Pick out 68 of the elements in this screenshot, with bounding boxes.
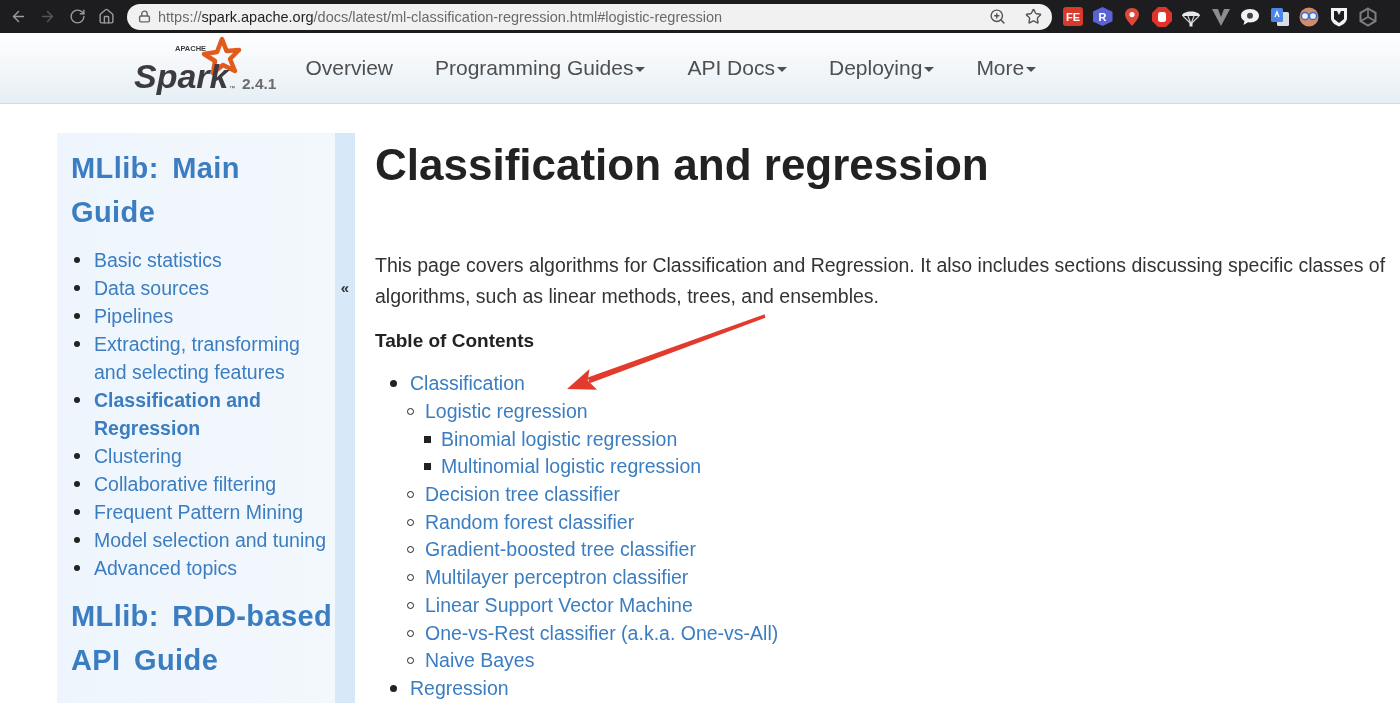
bullet-icon	[74, 285, 80, 291]
hexagon-knot-icon[interactable]	[1358, 6, 1378, 27]
sidebar-link[interactable]: Collaborative filtering	[94, 470, 331, 498]
bullet-icon	[74, 397, 80, 403]
nav-link[interactable]: Overview	[305, 56, 393, 80]
toc-link[interactable]: Classification	[410, 372, 525, 396]
sidebar-link[interactable]: Classification and Regression	[94, 386, 331, 442]
map-pin-icon[interactable]	[1122, 6, 1142, 27]
reload-icon	[68, 8, 86, 25]
sidebar-heading: MLlib: RDD-based API Guide	[71, 599, 333, 678]
bullet-icon	[74, 509, 80, 515]
nav-menu[interactable]: API Docs	[687, 56, 787, 80]
intro-paragraph: This page covers algorithms for Classification and Regression. It also includes sections discussing specific classes of algorithms, such as linear methods, trees, and ensembles.	[375, 253, 1387, 309]
nav-menu[interactable]: More	[976, 56, 1037, 80]
bullet-icon	[390, 684, 397, 692]
nav-menu[interactable]: Programming Guides	[435, 56, 646, 80]
toc-link[interactable]: Gradient-boosted tree classifier	[425, 538, 696, 562]
sidebar-link[interactable]: Extracting, transforming and selecting features	[94, 330, 331, 386]
bullet-icon	[74, 565, 80, 571]
square-bullet-icon	[424, 435, 431, 443]
toc-link[interactable]: Logistic regression	[425, 400, 588, 424]
forward-arrow-icon	[39, 8, 56, 25]
speech-bubble-icon[interactable]	[1240, 6, 1260, 27]
toc-link[interactable]: Regression	[410, 676, 509, 700]
sidebar-link[interactable]: Frequent Pattern Mining	[94, 498, 331, 526]
sidebar-link[interactable]: Clustering	[94, 442, 331, 470]
toc-link[interactable]: Binomial logistic regression	[441, 427, 678, 451]
url-text: https://spark.apache.org/docs/latest/ml-classification-regression.html#logistic-regression	[158, 8, 724, 25]
extension-badge[interactable]: FE	[1063, 7, 1083, 26]
translate-icon[interactable]	[1269, 6, 1290, 27]
sidebar-link[interactable]: Model selection and tuning	[94, 526, 331, 554]
page-title: Classification and regression	[375, 140, 990, 190]
v-shape-icon[interactable]	[1210, 6, 1231, 27]
toc-heading: Table of Contents	[375, 329, 536, 353]
bullet-icon	[74, 537, 80, 543]
star-icon	[1025, 8, 1042, 25]
toc-link[interactable]: Multinomial logistic regression	[441, 455, 702, 479]
toc-link[interactable]: Naive Bayes	[425, 649, 535, 673]
version-label: 2.4.1	[242, 75, 277, 93]
bullet-icon	[74, 257, 80, 263]
bullet-icon	[74, 453, 80, 459]
square-bullet-icon	[424, 463, 431, 471]
sidebar-link[interactable]: Data sources	[94, 274, 331, 302]
bullet-icon	[390, 380, 397, 388]
collapse-button[interactable]: «	[340, 276, 350, 298]
zoom-button[interactable]	[989, 8, 1006, 25]
sidebar-link[interactable]: Pipelines	[94, 302, 331, 330]
goggles-icon[interactable]	[1299, 6, 1319, 27]
toc-link[interactable]: Decision tree classifier	[425, 483, 621, 507]
lock-icon	[138, 10, 151, 23]
toc-link[interactable]: Multilayer perceptron classifier	[425, 566, 689, 590]
nav-menu[interactable]: Deploying	[828, 56, 935, 80]
sidebar-link[interactable]: Basic statistics	[94, 246, 331, 274]
toc-link[interactable]: Linear Support Vector Machine	[425, 593, 693, 617]
home-icon	[98, 8, 115, 25]
bullet-icon	[74, 481, 80, 487]
sidebar-link[interactable]: Advanced topics	[94, 554, 331, 582]
sidebar-heading: MLlib: Main Guide	[71, 151, 241, 230]
address-bar[interactable]: https://spark.apache.org/docs/latest/ml-classification-regression.html#logistic-regression	[127, 3, 1052, 30]
bookmark-button[interactable]	[1025, 8, 1042, 25]
toc-link[interactable]: One-vs-Rest classifier (a.k.a. One-vs-All)	[425, 621, 779, 645]
stop-sign-icon[interactable]	[1151, 6, 1172, 27]
toc-link[interactable]: Random forest classifier	[425, 510, 635, 534]
zoom-icon	[989, 8, 1006, 25]
shield-icon[interactable]	[1328, 6, 1349, 27]
extension-badge[interactable]: R	[1092, 7, 1113, 26]
bullet-icon	[74, 341, 80, 347]
bullet-icon	[74, 313, 80, 319]
